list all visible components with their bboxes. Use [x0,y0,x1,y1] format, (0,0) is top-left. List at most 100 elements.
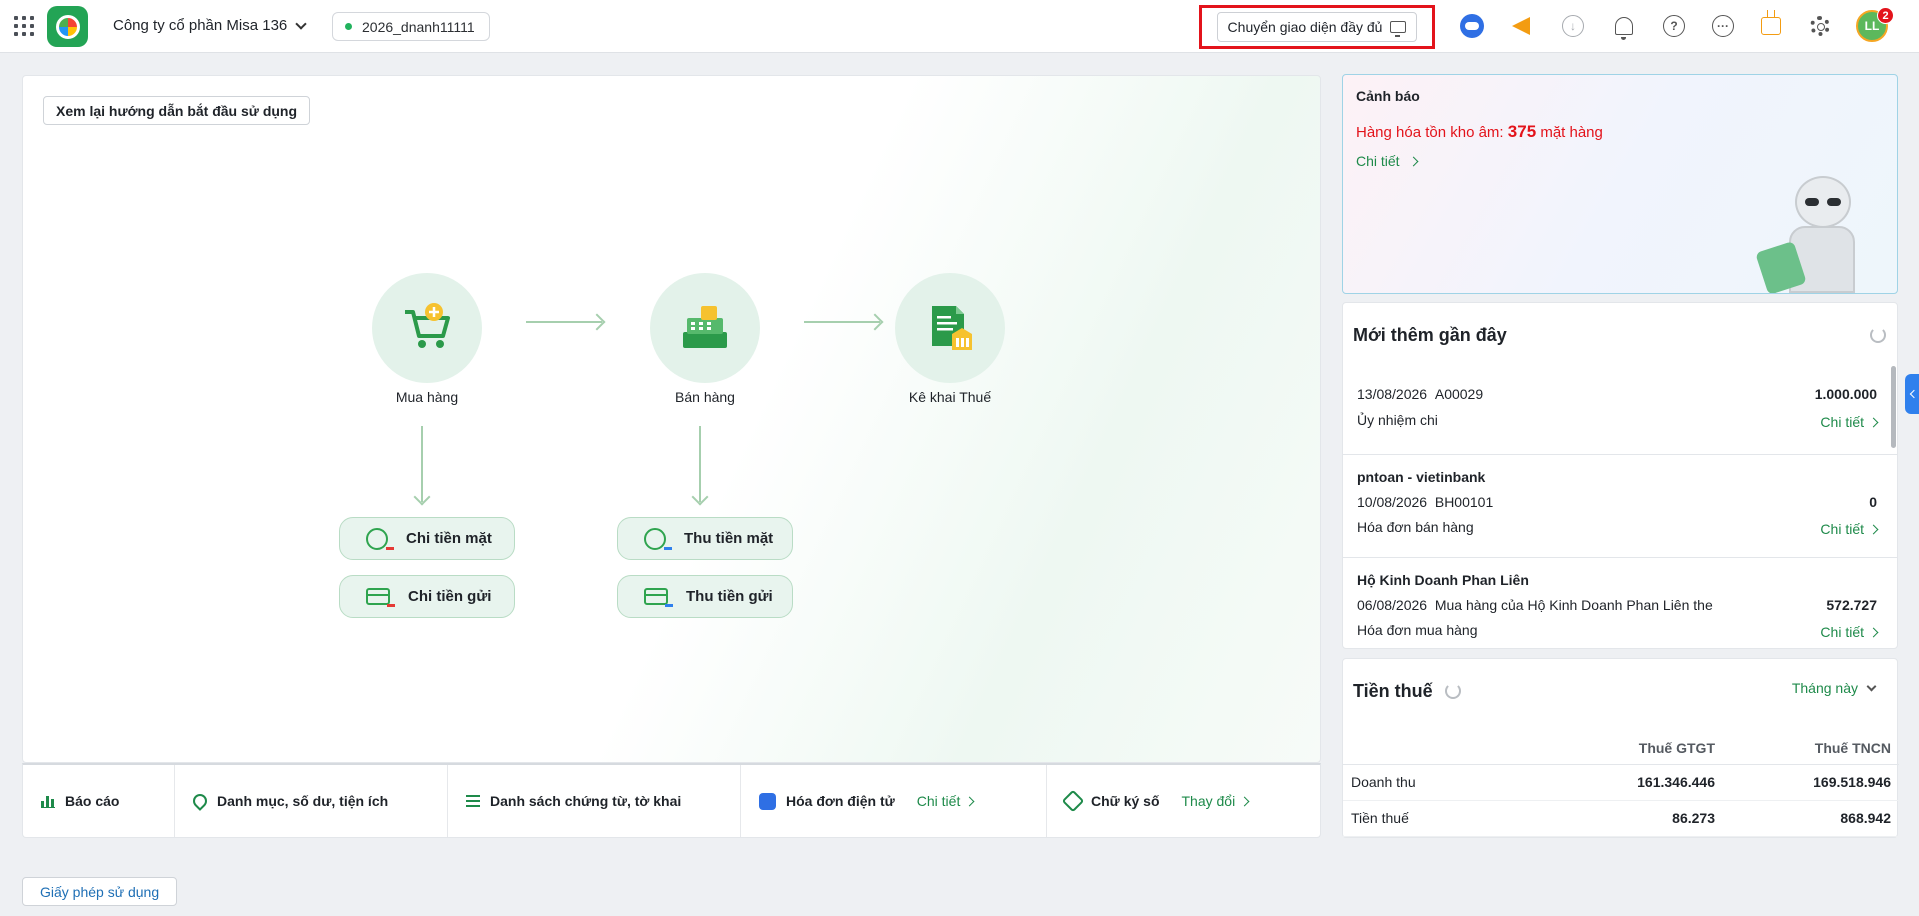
quick-links-bar: Báo cáo Danh mục, số dư, tiện ích Danh s… [22,763,1321,838]
warning-card: Cảnh báo Hàng hóa tồn kho âm: 375 mặt hà… [1342,74,1898,294]
recently-added-card: Mới thêm gần đây 13/08/2026 A00029 1.000… [1342,302,1898,649]
signature-label: Chữ ký số [1091,793,1160,809]
recent-scrollbar[interactable] [1891,366,1896,448]
download-icon[interactable]: ↓ [1559,12,1587,40]
purchase-node[interactable] [372,273,482,383]
table-header [1343,733,1553,765]
switch-ui-label: Chuyển giao diện đầy đủ [1227,19,1383,35]
gear-icon[interactable] [1806,12,1834,40]
apps-grid-icon[interactable] [14,16,34,36]
list-item[interactable]: 13/08/2026 A00029 1.000.000 Ủy nhiệm chi… [1343,373,1897,455]
recent-amount: 572.727 [1826,597,1877,613]
recent-name: Hộ Kinh Doanh Phan Liên [1357,572,1529,588]
einvoice-item: Hóa đơn điện tử Chi tiết [741,765,1047,837]
warning-prefix: Hàng hóa tồn kho âm: [1356,124,1504,141]
refresh-icon[interactable] [1870,327,1886,343]
recent-type: Hóa đơn bán hàng [1357,519,1474,535]
negative-stock-count: 375 [1507,122,1537,141]
chevron-right-icon [964,796,975,806]
tax-period-value: Tháng này [1791,680,1858,696]
inbox-icon[interactable] [1757,10,1785,40]
table-header-row: Thuế GTGT Thuế TNCN [1343,733,1899,765]
table-row: Tiền thuế 86.273 868.942 [1343,800,1899,837]
recent-detail-link[interactable]: Chi tiết [1820,624,1879,640]
help-icon[interactable]: ? [1660,12,1688,40]
reports-link[interactable]: Báo cáo [23,765,175,837]
list-item[interactable]: Hộ Kinh Doanh Phan Liên 06/08/2026 Mua h… [1343,558,1897,648]
refresh-icon[interactable] [1445,683,1461,699]
cash-payment-button[interactable]: Chi tiền mặt [339,517,515,560]
recent-detail-link[interactable]: Chi tiết [1820,414,1879,430]
database-selector[interactable]: 2026_dnanh11111 [332,12,490,41]
warning-suffix: mặt hàng [1540,124,1603,141]
signature-change-link[interactable]: Thay đổi [1182,793,1250,809]
flow-arrow [421,426,423,502]
app-logo[interactable] [47,6,88,47]
side-panel-toggle[interactable] [1905,374,1919,414]
bank-in-icon [644,588,673,607]
status-dot [345,23,352,30]
tax-title: Tiền thuế [1353,681,1433,701]
list-item[interactable]: pntoan - vietinbank 10/08/2026 BH00101 0… [1343,455,1897,558]
einvoice-icon [759,792,776,810]
pit-value: 868.942 [1723,800,1899,837]
list-icon [466,795,480,807]
tax-card: Tiền thuế Tháng này Thuế GTGT Thuế TNCN … [1342,658,1899,838]
sales-label: Bán hàng [675,389,735,405]
chevron-right-icon [1408,156,1419,166]
recent-name: pntoan - vietinbank [1357,469,1486,485]
more-icon[interactable]: ··· [1709,12,1737,40]
warning-detail-link[interactable]: Chi tiết [1356,153,1419,169]
cash-in-icon [644,527,672,550]
warning-detail-label: Chi tiết [1356,153,1400,169]
purchase-label: Mua hàng [395,389,459,405]
einvoice-label: Hóa đơn điện tử [786,793,895,809]
warning-title: Cảnh báo [1356,88,1420,104]
sales-node[interactable] [650,273,760,383]
cash-out-icon [366,527,394,550]
license-button[interactable]: Giấy phép sử dụng [22,877,178,906]
einvoice-detail-label: Chi tiết [916,793,961,809]
chevron-down-icon [1866,681,1877,691]
recent-amount: 0 [1869,494,1877,510]
recent-date: 10/08/2026 BH00101 [1357,494,1494,510]
review-guide-button[interactable]: Xem lại hướng dẫn bắt đầu sử dụng [43,96,311,125]
bank-payment-button[interactable]: Chi tiền gửi [339,575,515,618]
warning-message: Hàng hóa tồn kho âm: 375 mặt hàng [1356,122,1603,142]
digital-signature-item: Chữ ký số Thay đổi [1047,765,1320,837]
business-flow-panel: Xem lại hướng dẫn bắt đầu sử dụng Mua hà… [22,75,1321,763]
tax-document-icon [932,306,972,350]
chevron-right-icon [1239,796,1250,806]
bell-icon[interactable] [1610,12,1638,40]
flow-arrow [804,321,880,323]
monitor-icon [1390,21,1407,37]
tax-declaration-node[interactable] [895,273,1005,383]
reports-label: Báo cáo [65,793,120,809]
row-label: Doanh thu [1343,764,1553,801]
einvoice-detail-link[interactable]: Chi tiết [916,793,975,809]
switch-ui-button[interactable]: Chuyển giao diện đầy đủ [1216,12,1418,42]
company-name: Công ty cổ phần Misa 136 [113,17,288,34]
cash-receipt-button[interactable]: Thu tiền mặt [617,517,793,560]
signature-icon [1061,789,1085,813]
megaphone-icon[interactable] [1507,12,1535,40]
documents-link[interactable]: Danh sách chứng từ, tờ khai [448,765,741,837]
recent-list: 13/08/2026 A00029 1.000.000 Ủy nhiệm chi… [1343,373,1897,648]
recent-type: Hóa đơn mua hàng [1357,622,1478,638]
bank-payment-label: Chi tiền gửi [408,588,492,605]
company-selector[interactable]: Công ty cổ phần Misa 136 [113,17,307,34]
vat-value: 86.273 [1553,800,1723,837]
bank-receipt-button[interactable]: Thu tiền gửi [617,575,793,618]
recent-detail-link[interactable]: Chi tiết [1820,521,1879,537]
recent-date: 06/08/2026 Mua hàng của Hộ Kinh Doanh Ph… [1357,597,1713,613]
row-label: Tiền thuế [1343,800,1553,837]
top-bar: Công ty cổ phần Misa 136 2026_dnanh11111… [0,0,1919,53]
bank-receipt-label: Thu tiền gửi [686,588,773,605]
tax-period-select[interactable]: Tháng này [1791,680,1877,696]
catalog-link[interactable]: Danh mục, số dư, tiện ích [175,765,448,837]
recent-amount: 1.000.000 [1814,386,1877,402]
ai-assistant-icon[interactable] [1458,12,1486,40]
documents-label: Danh sách chứng từ, tờ khai [490,793,682,809]
chevron-down-icon [295,17,307,30]
flow-arrow [699,426,701,502]
